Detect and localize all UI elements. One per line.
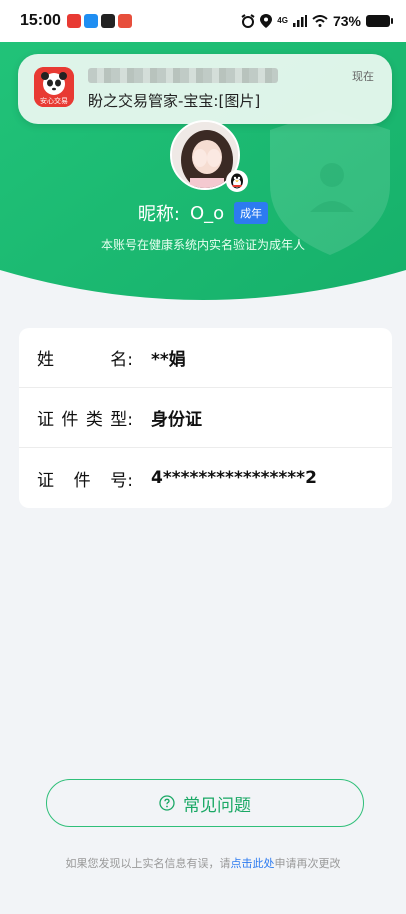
- info-value-id-number: 4****************2: [151, 468, 317, 488]
- status-bar: 15:00 4G 73%: [0, 0, 406, 42]
- status-time: 15:00: [20, 12, 61, 29]
- footer-prefix: 如果您发现以上实名信息有误，请: [65, 857, 231, 870]
- blue-app-icon: [83, 14, 98, 28]
- battery-icon: [366, 15, 393, 27]
- info-label: 姓 名:: [37, 350, 133, 370]
- signal-icon: [292, 15, 307, 27]
- footer-note: 如果您发现以上实名信息有误，请点击此处申请再次更改: [0, 855, 406, 871]
- verify-text: 本账号在健康系统内实名验证为成年人: [100, 238, 305, 252]
- info-row-id-number: 证 件 号: 4****************2: [19, 448, 392, 508]
- notification-time: 现在: [352, 70, 374, 83]
- notification-banner[interactable]: 安心交易 盼之交易管家-宝宝:[图片] 现在: [18, 54, 392, 124]
- notification-body: 盼之交易管家-宝宝:[图片]: [88, 92, 261, 110]
- notification-app-name: 安心交易: [40, 97, 68, 105]
- info-value-id-type: 身份证: [151, 410, 202, 430]
- question-circle-icon: [159, 795, 175, 811]
- info-value-name: **娟: [151, 350, 186, 370]
- avatar-container: [170, 120, 248, 192]
- notification-app-icon: 安心交易: [34, 67, 74, 107]
- wifi-icon: [312, 15, 328, 27]
- location-icon: [260, 14, 273, 28]
- info-row-name: 姓 名: **娟: [19, 328, 392, 388]
- nickname-value: O_o: [189, 202, 225, 224]
- info-label: 证 件 类 型:: [37, 410, 133, 430]
- dark-app-icon: [100, 14, 115, 28]
- footer-change-link[interactable]: 点击此处: [231, 857, 275, 870]
- notification-title-blurred: [88, 68, 278, 83]
- qq-penguin-icon: [226, 170, 248, 192]
- footer-suffix: 申请再次更改: [274, 857, 341, 870]
- nickname-label: 昵称:: [137, 204, 180, 225]
- realname-info-card: 姓 名: **娟 证 件 类 型: 身份证 证 件 号: 4**********…: [19, 328, 392, 508]
- faq-button[interactable]: 常见问题: [46, 779, 364, 827]
- nickname-row: 昵称: O_o 成年: [0, 200, 406, 226]
- network-type: 4G: [277, 16, 288, 25]
- red-app-icon: [117, 14, 132, 28]
- info-row-id-type: 证 件 类 型: 身份证: [19, 388, 392, 448]
- adult-badge: 成年: [234, 202, 269, 224]
- faq-label: 常见问题: [183, 795, 251, 816]
- info-label: 证 件 号:: [37, 470, 133, 491]
- alarm-icon: [241, 14, 255, 28]
- battery-percent: 73%: [332, 13, 361, 29]
- panda-app-icon: [66, 14, 81, 28]
